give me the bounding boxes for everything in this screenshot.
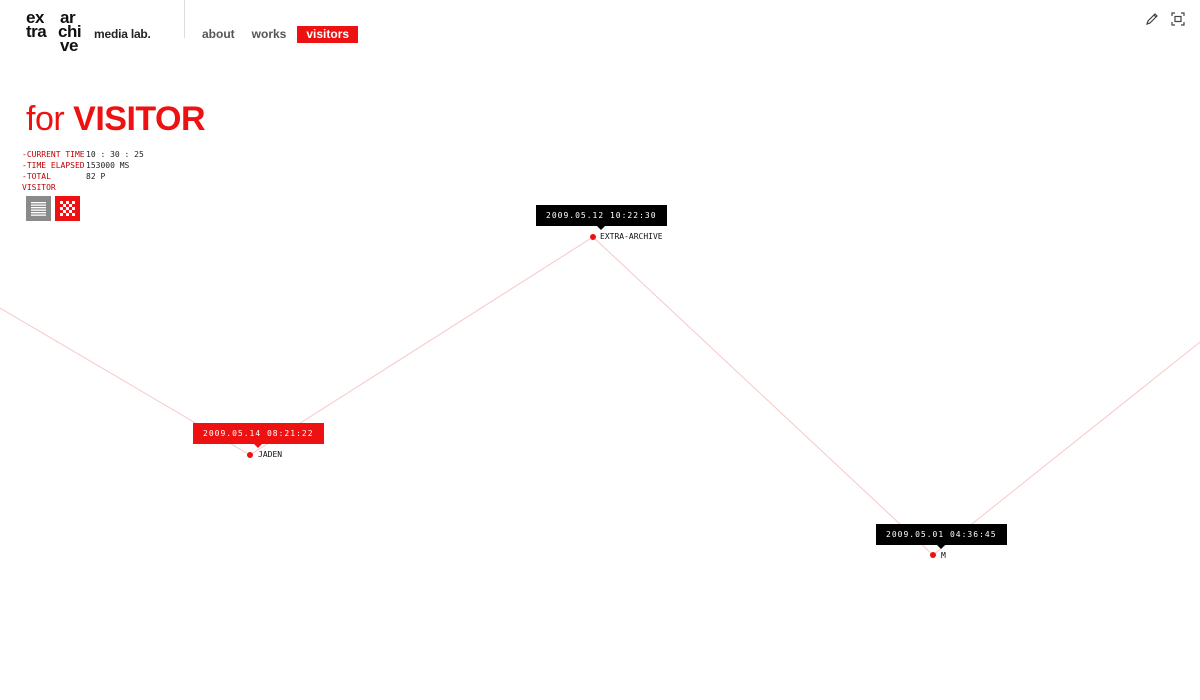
main-nav: about works visitors bbox=[196, 26, 363, 43]
visitor-connection-line bbox=[0, 236, 1200, 556]
pencil-icon[interactable] bbox=[1145, 12, 1159, 26]
visitor-timestamp-tooltip[interactable]: 2009.05.14 08:21:22 bbox=[193, 423, 324, 448]
grid-view-icon bbox=[60, 201, 75, 216]
visitor-timestamp: 2009.05.14 08:21:22 bbox=[203, 429, 314, 438]
stat-row: -TIME ELAPSED 153000 MS bbox=[22, 160, 144, 171]
visitor-timestamp: 2009.05.12 10:22:30 bbox=[546, 211, 657, 220]
stat-label: -TIME ELAPSED bbox=[22, 161, 85, 170]
nav-visitors[interactable]: visitors bbox=[297, 26, 359, 43]
visitor-timestamp: 2009.05.01 04:36:45 bbox=[886, 530, 997, 539]
logo-word-ve: ve bbox=[60, 36, 78, 55]
visitor-timestamp-tooltip[interactable]: 2009.05.12 10:22:30 bbox=[536, 205, 667, 230]
title-prefix: for bbox=[26, 100, 65, 138]
visitor-name[interactable]: JADEN bbox=[258, 450, 282, 459]
logo[interactable]: ex ar tra chi ve media lab. bbox=[26, 9, 186, 55]
stat-value: 153000 MS bbox=[86, 161, 130, 170]
nav-about[interactable]: about bbox=[196, 26, 241, 43]
visitor-dot[interactable] bbox=[590, 234, 596, 240]
stat-label: -TOTAL VISITOR bbox=[22, 172, 56, 192]
grid-view-button[interactable] bbox=[55, 196, 80, 221]
list-view-icon bbox=[31, 202, 46, 216]
visitor-timestamp-tooltip[interactable]: 2009.05.01 04:36:45 bbox=[876, 524, 1007, 549]
visitor-dot[interactable] bbox=[930, 552, 936, 558]
stat-label: -CURRENT TIME bbox=[22, 150, 85, 159]
expand-icon[interactable] bbox=[1171, 12, 1185, 26]
logo-word-tra: tra bbox=[26, 22, 47, 41]
logo-tagline: media lab. bbox=[94, 27, 151, 41]
page-title: for VISITOR bbox=[26, 100, 206, 139]
nav-works[interactable]: works bbox=[246, 26, 293, 43]
stat-row: -CURRENT TIME 10 : 30 : 25 bbox=[22, 149, 144, 160]
header-divider bbox=[184, 0, 185, 38]
list-view-button[interactable] bbox=[26, 196, 51, 221]
stat-value: 82 P bbox=[86, 172, 106, 181]
visitor-name[interactable]: EXTRA-ARCHIVE bbox=[600, 232, 663, 241]
stat-value: 10 : 30 : 25 bbox=[86, 150, 144, 159]
visitor-stats: -CURRENT TIME 10 : 30 : 25 -TIME ELAPSED… bbox=[22, 149, 144, 193]
visitor-name[interactable]: M bbox=[941, 551, 946, 560]
title-main: VISITOR bbox=[73, 100, 206, 138]
stat-row: -TOTAL VISITOR 82 P bbox=[22, 171, 144, 193]
visitor-dot[interactable] bbox=[247, 452, 253, 458]
